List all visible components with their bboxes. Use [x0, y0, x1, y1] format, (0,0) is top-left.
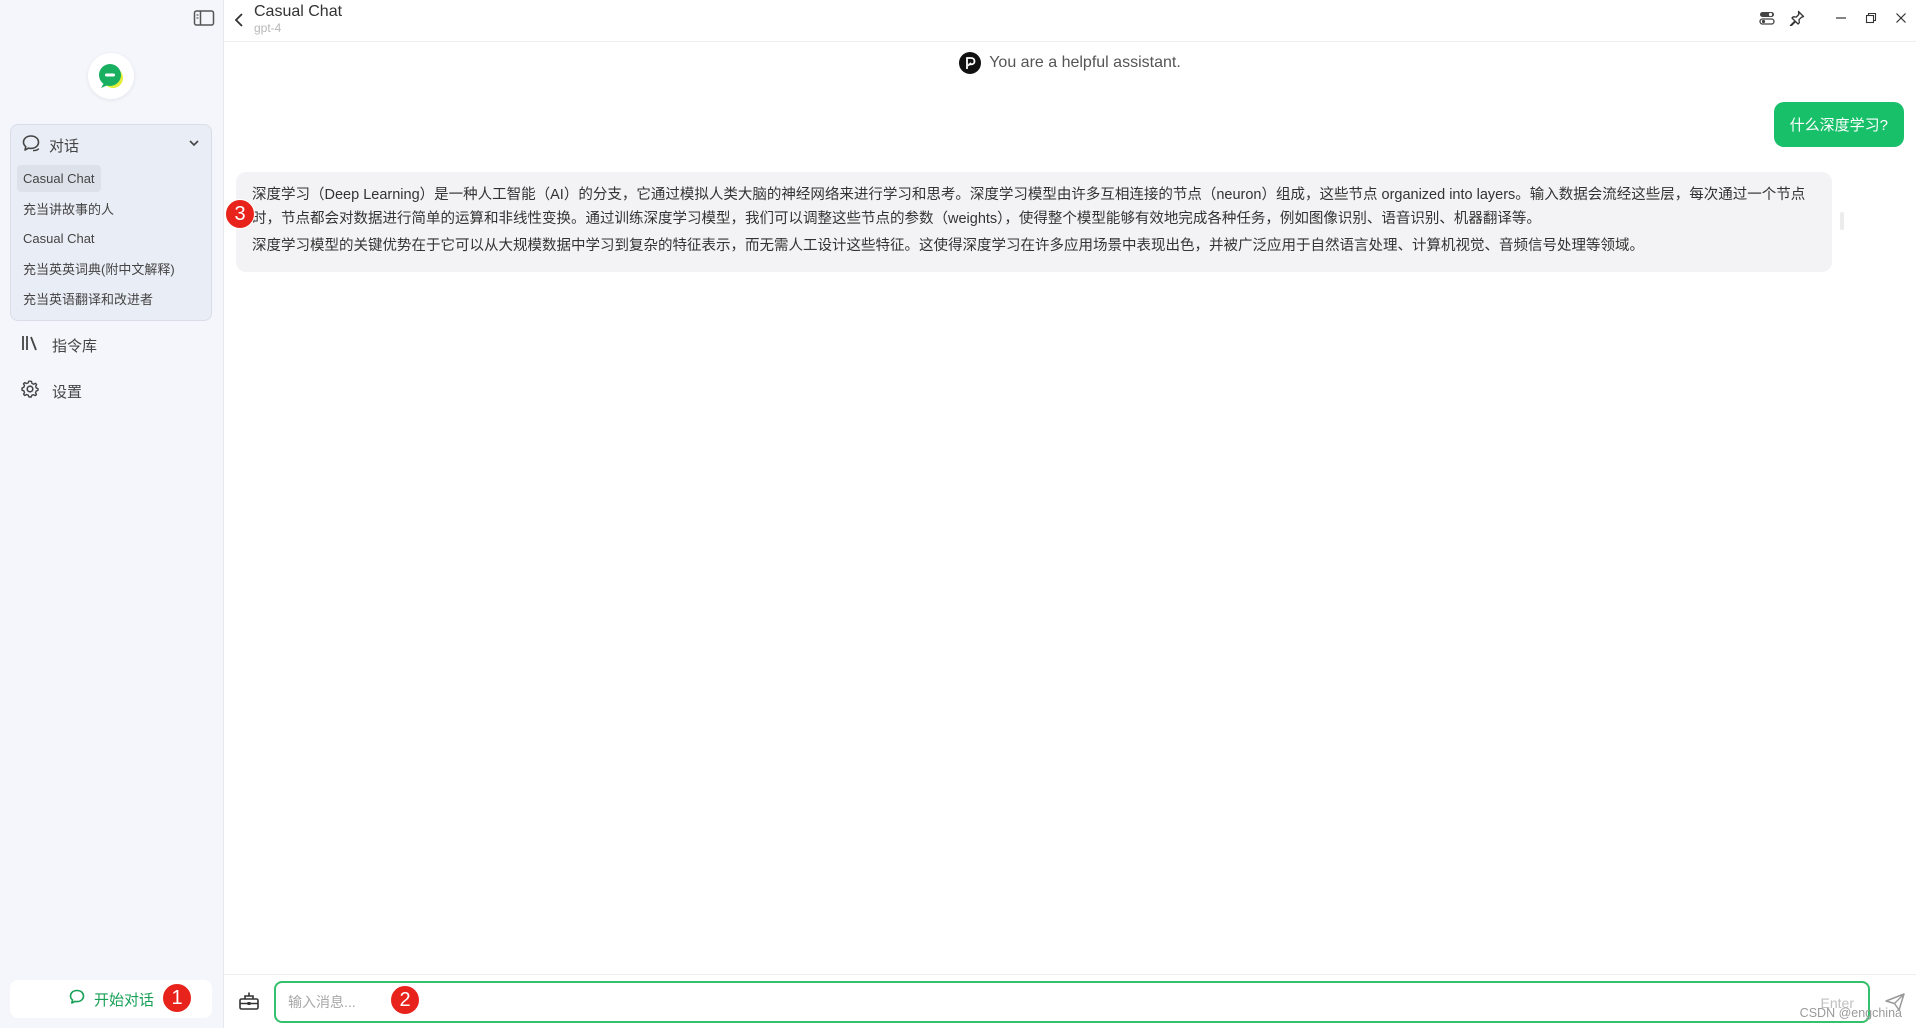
prompt-library-label: 指令库	[52, 337, 98, 355]
window-controls	[1752, 0, 1916, 36]
conversation-item-storyteller[interactable]: 充当讲故事的人	[17, 195, 205, 222]
top-bar: Casual Chat gpt-4	[224, 0, 1916, 42]
system-prompt-row: You are a helpful assistant.	[224, 52, 1916, 74]
app-window: 对话 Casual Chat 充当讲故事的人 Casual Chat 充当英英词…	[0, 0, 1916, 1028]
sidebar-item-prompt-library[interactable]: 指令库	[20, 333, 97, 357]
chat-main: Casual Chat gpt-4 You are a helpful assi…	[224, 0, 1916, 1028]
conversation-list: Casual Chat 充当讲故事的人 Casual Chat 充当英英词典(附…	[11, 165, 211, 312]
minimize-icon[interactable]	[1826, 0, 1856, 36]
annotation-badge-1: 1	[162, 983, 192, 1013]
toolbox-icon[interactable]	[238, 991, 260, 1016]
restore-icon[interactable]	[1856, 0, 1886, 36]
model-label: gpt-4	[254, 21, 282, 35]
assistant-paragraph: 深度学习模型的关键优势在于它可以从大规模数据中学习到复杂的特征表示，而无需人工设…	[252, 238, 1644, 254]
composer-bar: Enter 2 CSDN @engchina	[224, 974, 1916, 1028]
scrollbar-thumb[interactable]	[1840, 212, 1844, 230]
conversation-item-translator[interactable]: 充当英语翻译和改进者	[17, 285, 205, 312]
pin-icon[interactable]	[1782, 0, 1812, 36]
conversations-label: 对话	[49, 137, 80, 155]
sidebar-toggle-icon[interactable]	[193, 9, 215, 27]
app-logo	[88, 53, 134, 99]
message-input[interactable]	[276, 983, 1868, 1021]
chat-bubble-icon	[21, 133, 41, 158]
control-spacer	[1812, 0, 1826, 36]
chat-bubble-icon	[68, 988, 86, 1010]
settings-label: 设置	[52, 383, 83, 401]
conversation-item-casual-chat-2[interactable]: Casual Chat	[17, 225, 205, 252]
chevron-down-icon[interactable]	[187, 136, 201, 155]
assistant-message-bubble: 深度学习（Deep Learning）是一种人工智能（AI）的分支，它通过模拟人…	[236, 172, 1832, 272]
annotation-badge-2: 2	[390, 985, 420, 1015]
library-icon	[20, 333, 40, 357]
conversations-panel: 对话 Casual Chat 充当讲故事的人 Casual Chat 充当英英词…	[10, 124, 212, 321]
new-chat-label: 开始对话	[93, 991, 154, 1009]
system-prompt-text: You are a helpful assistant.	[989, 54, 1181, 71]
gear-icon	[20, 379, 40, 403]
sidebar: 对话 Casual Chat 充当讲故事的人 Casual Chat 充当英英词…	[0, 0, 224, 1028]
back-arrow-icon[interactable]	[232, 12, 246, 33]
watermark: CSDN @engchina	[1799, 1006, 1902, 1020]
message-input-wrapper: Enter	[274, 981, 1870, 1023]
page-title: Casual Chat	[254, 3, 343, 20]
toggle-icon[interactable]	[1752, 0, 1782, 36]
conversations-header[interactable]: 对话	[11, 125, 211, 165]
close-icon[interactable]	[1886, 0, 1916, 36]
sidebar-item-settings[interactable]: 设置	[20, 379, 82, 403]
annotation-badge-3: 3	[225, 199, 255, 229]
user-message-bubble: 什么深度学习?	[1773, 102, 1904, 147]
prompt-icon	[959, 52, 982, 74]
conversation-item-dictionary[interactable]: 充当英英词典(附中文解释)	[17, 255, 205, 282]
assistant-paragraph: 深度学习（Deep Learning）是一种人工智能（AI）的分支，它通过模拟人…	[252, 187, 1806, 227]
conversation-item-casual-chat[interactable]: Casual Chat	[17, 165, 101, 192]
